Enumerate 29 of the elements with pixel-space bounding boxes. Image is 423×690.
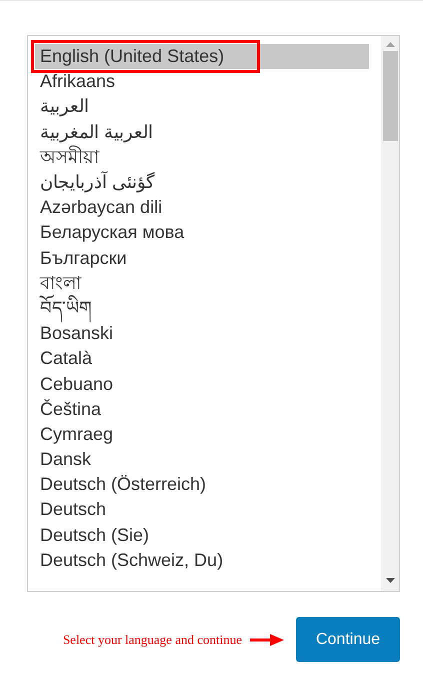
language-option[interactable]: Cymraeg	[35, 422, 369, 447]
language-option[interactable]: گؤنئی آذربایجان	[35, 170, 369, 196]
language-option[interactable]: Deutsch (Österreich)	[35, 472, 369, 498]
language-option[interactable]: Беларуская мова	[35, 220, 369, 246]
language-option[interactable]: Deutsch (Schweiz, Du)	[35, 548, 369, 573]
language-option[interactable]: Български	[35, 246, 369, 271]
language-option[interactable]: Bosanski	[35, 321, 369, 346]
language-option[interactable]: অসমীয়া	[35, 144, 369, 170]
scrollbar[interactable]	[381, 36, 399, 591]
instruction-note: Select your language and continue	[62, 630, 242, 649]
language-option[interactable]: Dansk	[35, 447, 369, 472]
scroll-thumb[interactable]	[382, 51, 398, 141]
language-list[interactable]	[27, 35, 400, 592]
language-option[interactable]: Deutsch (Sie)	[35, 522, 369, 548]
language-option[interactable]: བོད་ཡིག	[35, 296, 369, 322]
language-option[interactable]: العربية المغربية	[35, 120, 369, 145]
language-option[interactable]: Afrikaans	[35, 69, 369, 94]
scroll-up-icon[interactable]	[386, 42, 394, 47]
language-option[interactable]: বাংলা	[35, 270, 369, 296]
language-option[interactable]: Azərbaycan dili	[35, 195, 369, 220]
language-option[interactable]: Cebuano	[35, 371, 369, 397]
scroll-down-icon[interactable]	[386, 578, 394, 583]
language-option[interactable]: Čeština	[35, 396, 369, 422]
language-option[interactable]: Deutsch	[35, 497, 369, 523]
arrow-icon	[250, 634, 284, 646]
language-option[interactable]: English (United States)	[35, 44, 369, 70]
continue-button[interactable]: Continue	[296, 617, 400, 662]
language-option[interactable]: العربية	[35, 94, 369, 120]
language-option[interactable]: Català	[35, 346, 369, 372]
